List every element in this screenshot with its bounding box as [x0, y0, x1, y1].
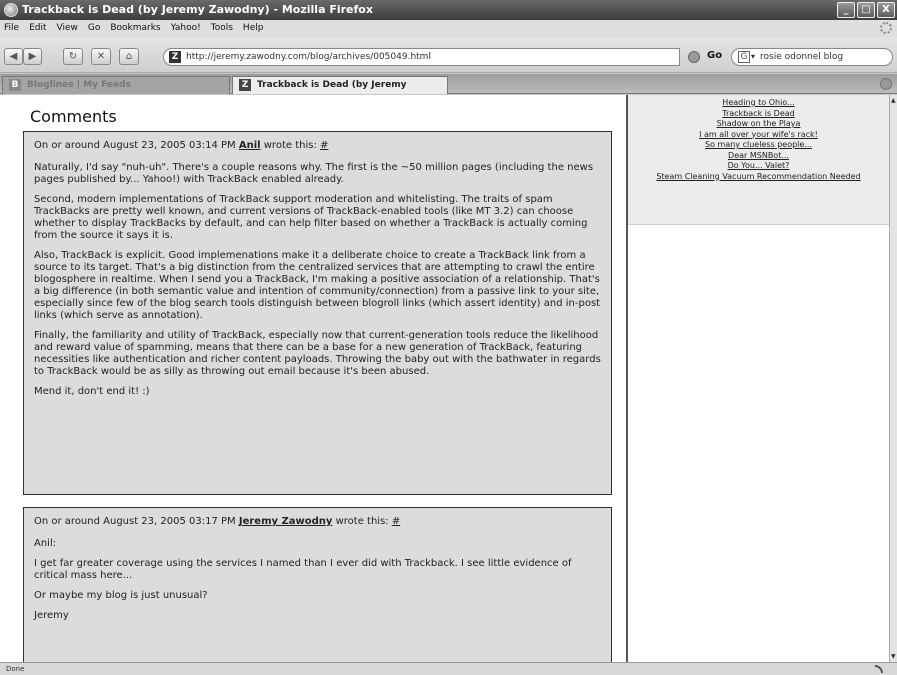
window-titlebar[interactable]: Trackback is Dead (by Jeremy Zawodny) - … — [0, 0, 897, 20]
menu-bar: File Edit View Go Bookmarks Yahoo! Tools… — [0, 20, 897, 37]
comment-paragraph: Finally, the familiarity and utility of … — [34, 330, 601, 377]
status-bar: Done — [0, 662, 897, 675]
comment-paragraph: Mend it, don't end it! :) — [34, 386, 150, 397]
window-title: Trackback is Dead (by Jeremy Zawodny) - … — [22, 3, 373, 16]
comment-date: On or around August 23, 2005 03:14 PM — [34, 140, 239, 151]
search-box[interactable]: G ▾ rosie odonnel blog — [731, 48, 893, 66]
navigation-toolbar: ◀ ▶ ↻ ✕ ⌂ Z http://jeremy.zawodny.com/bl… — [0, 37, 897, 73]
maximize-button[interactable]: □ — [857, 2, 875, 18]
tab-strip: B Bloglines | My Feeds Z Trackback is De… — [0, 74, 897, 106]
sidebar-link-trackback-is-dead[interactable]: Trackback is Dead — [632, 109, 885, 120]
menu-yahoo[interactable]: Yahoo! — [171, 20, 201, 37]
reload-button[interactable]: ↻ — [63, 48, 83, 65]
comment-paragraph: Or maybe my blog is just unusual? — [34, 590, 208, 601]
comment-date: On or around August 23, 2005 03:17 PM — [34, 516, 239, 527]
menu-edit[interactable]: Edit — [29, 20, 46, 37]
sidebar-link-heading-to-ohio[interactable]: Heading to Ohio... — [632, 98, 885, 109]
scroll-up-icon[interactable]: ▲ — [891, 97, 896, 104]
sidebar: Heading to Ohio... Trackback is Dead Sha… — [628, 95, 889, 662]
sidebar-link-clueless-people[interactable]: So many clueless people... — [632, 140, 885, 151]
comment-permalink[interactable]: # — [392, 516, 400, 527]
status-text: Done — [6, 665, 25, 673]
scroll-down-icon[interactable]: ▼ — [891, 653, 896, 660]
menu-file[interactable]: File — [4, 20, 19, 37]
comment-permalink[interactable]: # — [320, 140, 328, 151]
recent-entries-box: Heading to Ohio... Trackback is Dead Sha… — [628, 95, 889, 225]
comment-paragraph: Second, modern implementations of TrackB… — [34, 194, 588, 241]
url-bar[interactable]: Z http://jeremy.zawodny.com/blog/archive… — [163, 48, 680, 66]
comment-meta: On or around August 23, 2005 03:17 PM Je… — [34, 516, 601, 528]
menu-help[interactable]: Help — [243, 20, 264, 37]
search-input-value: rosie odonnel blog — [760, 52, 844, 62]
sidebar-link-shadow-on-the-playa[interactable]: Shadow on the Playa — [632, 119, 885, 130]
comment-meta-suffix: wrote this: — [332, 516, 392, 527]
forward-button[interactable]: ▶ — [23, 48, 42, 65]
tab-label: Bloglines | My Feeds — [27, 80, 131, 90]
back-arrow-icon: ◀ — [9, 51, 18, 62]
comment: On or around August 23, 2005 03:14 PM An… — [23, 131, 612, 495]
sidebar-link-steam-cleaning[interactable]: Steam Cleaning Vacuum Recommendation Nee… — [632, 172, 885, 183]
comment-paragraph: I get far greater coverage using the ser… — [34, 558, 572, 581]
bloglines-favicon-icon: B — [9, 79, 21, 91]
google-search-engine-icon[interactable]: G — [738, 51, 750, 63]
comment-paragraph: Naturally, I'd say "nuh-uh". There's a c… — [34, 162, 594, 185]
comment-paragraph: Jeremy — [34, 610, 69, 621]
comment-paragraph: Anil: — [34, 538, 57, 549]
menu-view[interactable]: View — [57, 20, 78, 37]
tab-bloglines[interactable]: B Bloglines | My Feeds — [2, 76, 230, 94]
page-content: Comments On or around August 23, 2005 03… — [0, 95, 897, 662]
home-button[interactable]: ⌂ — [119, 48, 139, 65]
zawodny-favicon-icon: Z — [239, 79, 251, 91]
close-button[interactable]: X — [877, 2, 895, 18]
comment: On or around August 23, 2005 03:17 PM Je… — [23, 507, 612, 662]
site-favicon-icon: Z — [169, 51, 181, 63]
rss-feed-icon[interactable] — [875, 665, 883, 673]
firefox-icon — [4, 3, 18, 17]
search-engine-dropdown-icon[interactable]: ▾ — [751, 49, 755, 65]
throbber-icon — [880, 22, 892, 34]
stop-button[interactable]: ✕ — [91, 48, 111, 65]
close-tab-icon[interactable] — [880, 78, 892, 90]
go-icon[interactable] — [688, 51, 700, 63]
comment-author-link[interactable]: Jeremy Zawodny — [239, 516, 333, 527]
comment-meta-suffix: wrote this: — [260, 140, 320, 151]
menu-bookmarks[interactable]: Bookmarks — [110, 20, 160, 37]
go-button[interactable]: Go — [707, 50, 722, 61]
url-text: http://jeremy.zawodny.com/blog/archives/… — [186, 52, 431, 62]
sidebar-link-wifes-rack[interactable]: I am all over your wife's rack! — [632, 130, 885, 141]
menu-go[interactable]: Go — [88, 20, 100, 37]
menu-tools[interactable]: Tools — [211, 20, 233, 37]
sidebar-link-dear-msnbot[interactable]: Dear MSNBot... — [632, 151, 885, 162]
comment-paragraph: Also, TrackBack is explicit. Good implem… — [34, 250, 601, 321]
window-controls: _ □ X — [837, 2, 895, 18]
stop-icon: ✕ — [96, 51, 106, 62]
main-column: Comments On or around August 23, 2005 03… — [0, 95, 626, 662]
comments-heading: Comments — [30, 107, 117, 126]
minimize-button[interactable]: _ — [837, 2, 855, 18]
comment-meta: On or around August 23, 2005 03:14 PM An… — [34, 140, 601, 152]
comment-author-link[interactable]: Anil — [239, 140, 261, 151]
reload-icon: ↻ — [68, 51, 78, 62]
home-icon: ⌂ — [125, 51, 133, 62]
back-button[interactable]: ◀ — [4, 48, 23, 65]
forward-arrow-icon: ▶ — [28, 51, 37, 62]
vertical-scrollbar[interactable]: ▲ ▼ — [889, 95, 897, 662]
sidebar-link-do-you-valet[interactable]: Do You... Valet? — [632, 161, 885, 172]
tab-trackback-is-dead[interactable]: Z Trackback is Dead (by Jeremy Zawod... — [232, 76, 448, 106]
